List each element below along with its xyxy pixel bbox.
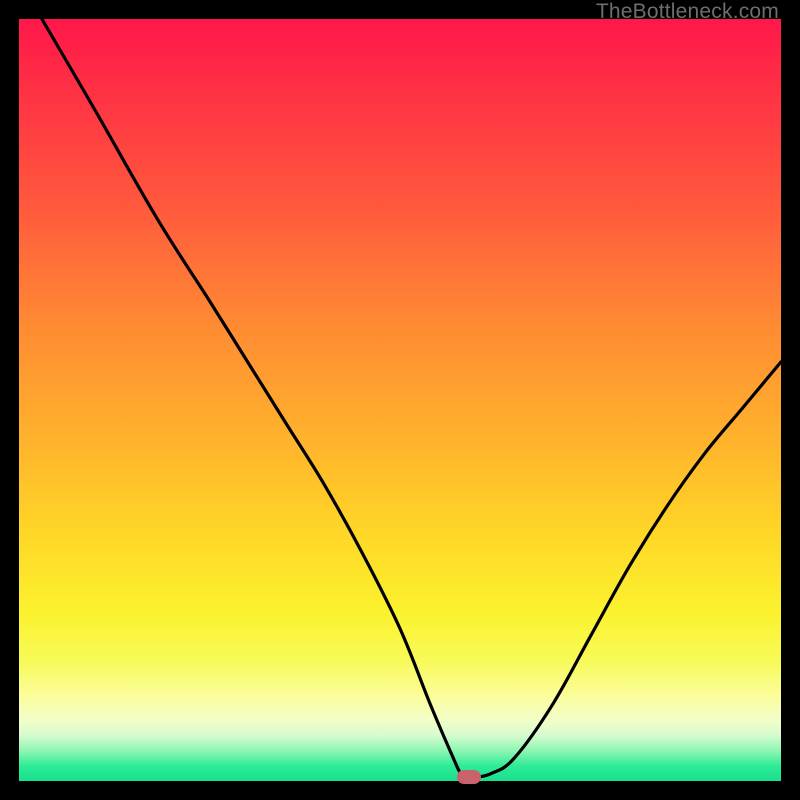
min-marker: [457, 770, 481, 784]
curve-path: [42, 19, 781, 778]
chart-frame: TheBottleneck.com: [0, 0, 800, 800]
watermark-text: TheBottleneck.com: [596, 0, 779, 24]
chart-plot-area: [19, 19, 781, 781]
bottleneck-curve: [19, 19, 781, 781]
